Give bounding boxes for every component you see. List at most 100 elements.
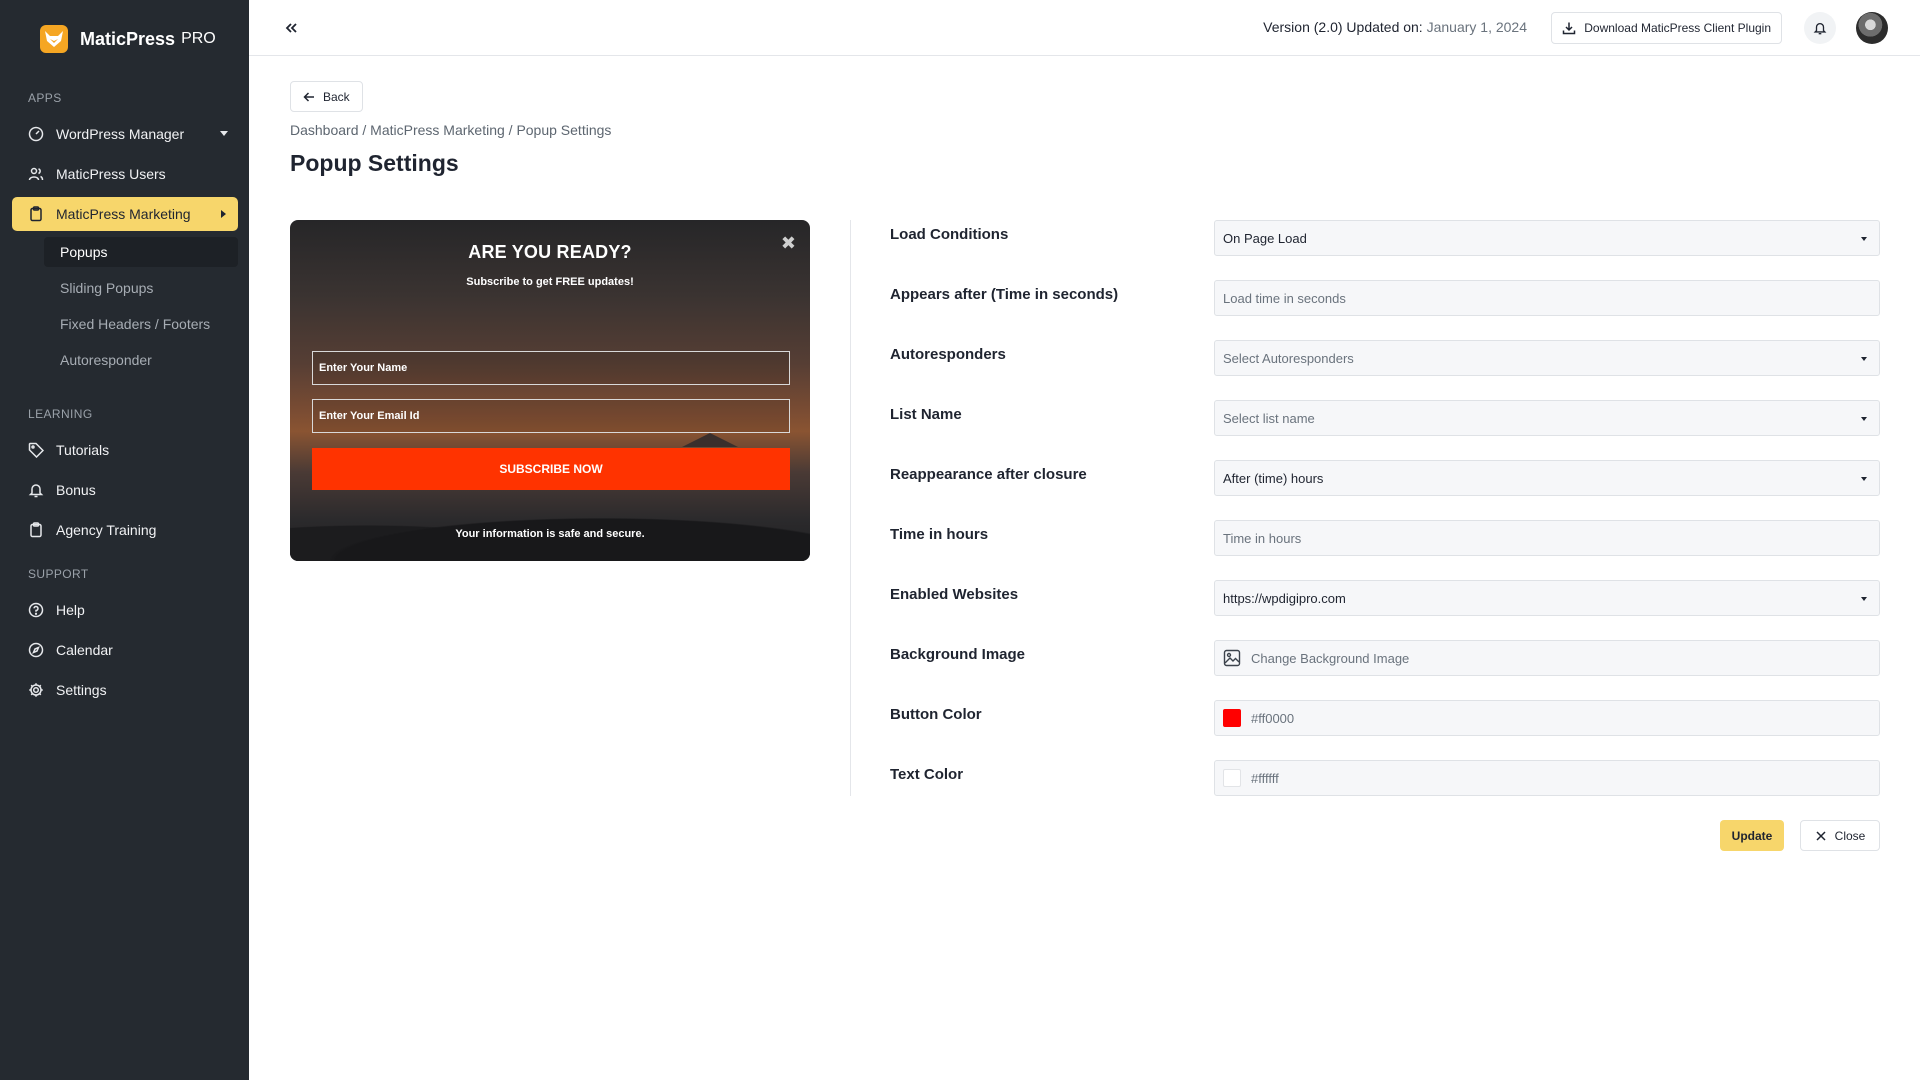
autoresponders-placeholder: Select Autoresponders bbox=[1223, 350, 1354, 366]
sidebar-subitem-fixed-headers-footers[interactable]: Fixed Headers / Footers bbox=[44, 309, 238, 339]
breadcrumb-separator: / bbox=[358, 122, 371, 138]
sidebar-item-label: Settings bbox=[56, 682, 107, 698]
back-label: Back bbox=[323, 89, 350, 104]
appears-after-input[interactable]: Load time in seconds bbox=[1214, 280, 1880, 316]
double-chevron-left-icon bbox=[285, 23, 297, 33]
preview-footer-text: Your information is safe and secure. bbox=[455, 528, 645, 540]
sidebar: MaticPress PRO APPS WordPress Manager Ma… bbox=[0, 0, 249, 1080]
page-title: Popup Settings bbox=[290, 150, 459, 176]
reappearance-select[interactable]: After (time) hours bbox=[1214, 460, 1880, 496]
chevron-down-icon bbox=[220, 131, 228, 136]
sidebar-item-tutorials[interactable]: Tutorials bbox=[12, 433, 238, 467]
sidebar-subitem-popups[interactable]: Popups bbox=[44, 237, 238, 267]
text-color-value: #ffffff bbox=[1251, 770, 1279, 786]
sidebar-item-bonus[interactable]: Bonus bbox=[12, 473, 238, 507]
load-conditions-value: On Page Load bbox=[1223, 230, 1307, 246]
sidebar-item-label: Agency Training bbox=[56, 522, 157, 538]
preview-name-input[interactable]: Enter Your Name bbox=[312, 351, 790, 385]
brand-name: MaticPress bbox=[80, 28, 176, 49]
label-appears-after: Appears after (Time in seconds) bbox=[890, 286, 1119, 303]
sidebar-item-settings[interactable]: Settings bbox=[12, 673, 238, 707]
label-enabled-websites: Enabled Websites bbox=[890, 586, 1019, 603]
avatar[interactable] bbox=[1856, 12, 1888, 44]
breadcrumb-separator: / bbox=[504, 122, 517, 138]
chevron-down-icon bbox=[1861, 417, 1867, 421]
sidebar-item-help[interactable]: Help bbox=[12, 593, 238, 627]
preview-title: ARE YOU READY? bbox=[468, 242, 632, 262]
notifications-button[interactable] bbox=[1804, 12, 1836, 44]
breadcrumb-dashboard[interactable]: Dashboard bbox=[290, 122, 359, 138]
section-label-support: SUPPORT bbox=[28, 567, 89, 581]
back-button[interactable]: Back bbox=[290, 81, 363, 112]
section-label-learning: LEARNING bbox=[28, 407, 93, 421]
text-color-input[interactable]: #ffffff bbox=[1214, 760, 1880, 796]
text-color-swatch[interactable] bbox=[1223, 769, 1241, 787]
breadcrumb-marketing[interactable]: MaticPress Marketing bbox=[370, 122, 505, 138]
dashboard-gauge-icon bbox=[28, 126, 44, 142]
brand-suffix: PRO bbox=[181, 30, 216, 47]
download-icon bbox=[1563, 22, 1576, 35]
version-info: Version (2.0) Updated on: January 1, 202… bbox=[1263, 19, 1527, 35]
version-date: January 1, 2024 bbox=[1426, 19, 1527, 35]
preview-mountain-peak bbox=[682, 433, 738, 447]
label-load-conditions: Load Conditions bbox=[890, 226, 1009, 243]
chevron-right-icon bbox=[221, 210, 226, 218]
sidebar-item-label: Bonus bbox=[56, 482, 96, 498]
label-reappearance: Reappearance after closure bbox=[890, 466, 1087, 483]
enabled-websites-value: https://wpdigipro.com bbox=[1223, 590, 1346, 606]
close-icon bbox=[1816, 830, 1826, 841]
enabled-websites-select[interactable]: https://wpdigipro.com bbox=[1214, 580, 1880, 616]
bell-icon bbox=[28, 482, 44, 498]
list-name-placeholder: Select list name bbox=[1223, 410, 1315, 426]
popup-preview: ✖ ARE YOU READY? Subscribe to get FREE u… bbox=[290, 220, 810, 561]
brand[interactable]: MaticPress PRO bbox=[40, 24, 216, 54]
list-name-select[interactable]: Select list name bbox=[1214, 400, 1880, 436]
chevron-down-icon bbox=[1861, 477, 1867, 481]
sidebar-item-agency-training[interactable]: Agency Training bbox=[12, 513, 238, 547]
download-plugin-label: Download MaticPress Client Plugin bbox=[1584, 21, 1771, 35]
chevron-down-icon bbox=[1861, 357, 1867, 361]
version-label: Version (2.0) Updated on: bbox=[1263, 19, 1423, 35]
label-text-color: Text Color bbox=[890, 766, 964, 783]
autoresponders-select[interactable]: Select Autoresponders bbox=[1214, 340, 1880, 376]
compass-icon bbox=[28, 642, 44, 658]
sidebar-item-label: MaticPress Users bbox=[56, 166, 166, 182]
gear-icon bbox=[28, 682, 44, 698]
reappearance-value: After (time) hours bbox=[1223, 470, 1324, 486]
close-button[interactable]: Close bbox=[1800, 820, 1880, 851]
background-image-label: Change Background Image bbox=[1251, 650, 1410, 666]
users-icon bbox=[28, 166, 44, 182]
sidebar-subitem-sliding-popups[interactable]: Sliding Popups bbox=[44, 273, 238, 303]
button-color-swatch[interactable] bbox=[1223, 709, 1241, 727]
topbar: Version (2.0) Updated on: January 1, 202… bbox=[249, 0, 1920, 56]
button-color-value: #ff0000 bbox=[1251, 710, 1295, 726]
sidebar-subitem-autoresponder[interactable]: Autoresponder bbox=[44, 345, 238, 375]
sidebar-item-wordpress-manager[interactable]: WordPress Manager bbox=[12, 117, 238, 151]
preview-subtitle: Subscribe to get FREE updates! bbox=[466, 276, 634, 288]
preview-email-input[interactable]: Enter Your Email Id bbox=[312, 399, 790, 433]
section-label-apps: APPS bbox=[28, 91, 62, 105]
appears-after-placeholder: Load time in seconds bbox=[1223, 290, 1346, 306]
breadcrumb-popup-settings: Popup Settings bbox=[516, 122, 612, 138]
fox-logo-icon bbox=[40, 25, 68, 53]
arrow-left-icon bbox=[303, 91, 314, 102]
download-plugin-button[interactable]: Download MaticPress Client Plugin bbox=[1551, 12, 1782, 44]
sidebar-item-label: MaticPress Marketing bbox=[56, 206, 191, 222]
sidebar-item-maticpress-users[interactable]: MaticPress Users bbox=[12, 157, 238, 191]
chevron-down-icon bbox=[1861, 597, 1867, 601]
preview-subscribe-button[interactable]: SUBSCRIBE NOW bbox=[312, 448, 790, 490]
button-color-input[interactable]: #ff0000 bbox=[1214, 700, 1880, 736]
load-conditions-select[interactable]: On Page Load bbox=[1214, 220, 1880, 256]
help-circle-icon bbox=[28, 602, 44, 618]
time-in-hours-placeholder: Time in hours bbox=[1223, 530, 1302, 546]
image-icon bbox=[1223, 649, 1241, 667]
sidebar-item-maticpress-marketing[interactable]: MaticPress Marketing bbox=[12, 197, 238, 231]
collapse-sidebar-button[interactable] bbox=[281, 18, 301, 38]
background-image-picker[interactable]: Change Background Image bbox=[1214, 640, 1880, 676]
sidebar-item-calendar[interactable]: Calendar bbox=[12, 633, 238, 667]
sidebar-item-label: Calendar bbox=[56, 642, 113, 658]
update-button[interactable]: Update bbox=[1720, 820, 1784, 851]
sidebar-item-label: WordPress Manager bbox=[56, 126, 185, 142]
time-in-hours-input[interactable]: Time in hours bbox=[1214, 520, 1880, 556]
label-background-image: Background Image bbox=[890, 646, 1026, 663]
